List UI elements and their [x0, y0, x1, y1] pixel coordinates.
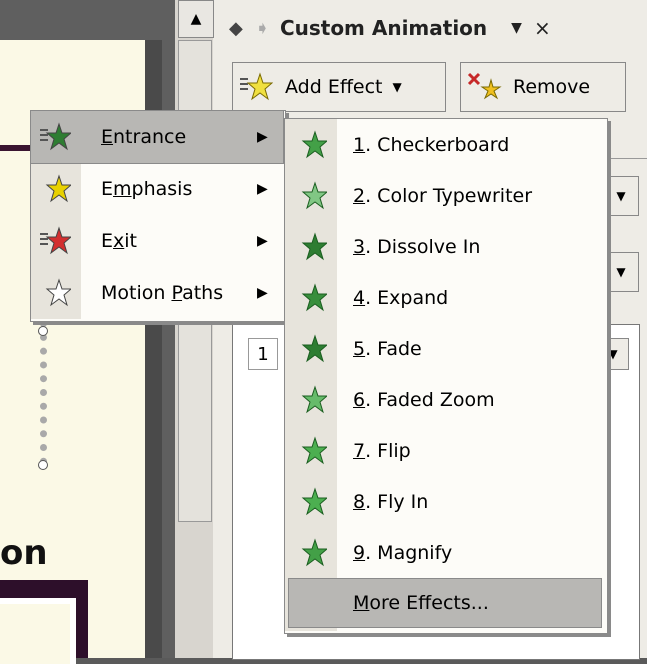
effect-item-checkerboard[interactable]: 1. Checkerboard [285, 119, 605, 171]
add-effect-button[interactable]: Add Effect ▼ [232, 62, 446, 112]
triangle-up-icon: ▲ [190, 11, 202, 27]
more-effects-item[interactable]: More Effects... [288, 578, 602, 628]
entrance-effect-star-icon [293, 125, 329, 165]
submenu-arrow-icon: ▶ [257, 129, 268, 145]
effect-label: 2. Color Typewriter [353, 185, 533, 207]
remove-button[interactable]: Remove [460, 62, 626, 112]
entrance-effect-star-icon [293, 176, 329, 216]
close-icon[interactable]: × [534, 16, 551, 40]
more-effects-accel: M [353, 592, 370, 614]
exit-star-icon [37, 221, 73, 261]
dropdown-arrow-icon: ▼ [616, 189, 626, 203]
back-arrow-icon[interactable]: ◆ [229, 18, 243, 39]
dropdown-arrow-icon: ▼ [616, 265, 626, 279]
effect-label: 1. Checkerboard [353, 134, 510, 156]
pane-title: Custom Animation [279, 16, 488, 40]
effect-label: 8. Fly In [353, 491, 429, 513]
menu-item-label: Motion Paths [101, 282, 224, 304]
menu-item-emphasis[interactable]: Emphasis ▶ [31, 163, 283, 215]
add-effect-label: Add Effect [285, 76, 383, 98]
effect-item-expand[interactable]: 4. Expand [285, 272, 605, 324]
add-effect-star-icon [240, 72, 273, 101]
menu-item-label: Exit [101, 230, 137, 252]
pane-menu-arrow-icon[interactable]: ▼ [511, 20, 522, 36]
submenu-arrow-icon: ▶ [257, 233, 268, 249]
effect-label: 4. Expand [353, 287, 449, 309]
effect-label: 6. Faded Zoom [353, 389, 495, 411]
entrance-effect-star-icon [293, 482, 329, 522]
slide-inner-shape [0, 598, 76, 664]
start-dropdown-button[interactable]: ▼ [603, 176, 639, 216]
remove-label: Remove [513, 76, 591, 98]
dropdown-arrow-icon: ▼ [608, 347, 618, 361]
animation-order-number: 1 [248, 338, 278, 370]
effect-item-fade[interactable]: 5. Fade [285, 323, 605, 375]
forward-arrow-icon[interactable]: ➧ [255, 18, 270, 39]
entrance-effect-star-icon [293, 431, 329, 471]
submenu-arrow-icon: ▶ [257, 285, 268, 301]
menu-item-label: Entrance [101, 126, 187, 148]
effect-label: 9. Magnify [353, 542, 453, 564]
effect-label: 3. Dissolve In [353, 236, 481, 258]
effect-item-flip[interactable]: 7. Flip [285, 425, 605, 477]
motion-path-star-icon [37, 273, 73, 313]
menu-item-label: Emphasis [101, 178, 193, 200]
submenu-arrow-icon: ▶ [257, 181, 268, 197]
remove-star-icon [467, 72, 502, 100]
more-effects-label: More Effects... [353, 592, 489, 614]
effect-item-color-typewriter[interactable]: 2. Color Typewriter [285, 170, 605, 222]
effect-label: 7. Flip [353, 440, 411, 462]
effect-item-faded-zoom[interactable]: 6. Faded Zoom [285, 374, 605, 426]
entrance-effect-star-icon [293, 227, 329, 267]
entrance-star-icon [37, 117, 73, 157]
slide-text[interactable]: on [0, 533, 48, 573]
property-dropdown-button[interactable]: ▼ [603, 252, 639, 292]
effect-item-magnify[interactable]: 9. Magnify [285, 527, 605, 579]
menu-item-motionpaths[interactable]: Motion Paths ▶ [31, 267, 283, 319]
emphasis-star-icon [37, 169, 73, 209]
scroll-up-button[interactable]: ▲ [178, 0, 214, 38]
effect-label: 5. Fade [353, 338, 422, 360]
entrance-effect-star-icon [293, 278, 329, 318]
menu-item-exit[interactable]: Exit ▶ [31, 215, 283, 267]
effect-item-dissolve-in[interactable]: 3. Dissolve In [285, 221, 605, 273]
menu-item-entrance[interactable]: Entrance ▶ [30, 110, 284, 164]
more-effects-text: ore Effects... [369, 592, 489, 614]
resize-handle[interactable] [38, 460, 48, 470]
resize-handle[interactable] [38, 326, 48, 336]
entrance-effect-star-icon [293, 329, 329, 369]
entrance-effect-star-icon [293, 380, 329, 420]
entrance-effect-star-icon [293, 533, 329, 573]
pane-title-bar: ◆ ➧ Custom Animation ▼ × [215, 10, 647, 46]
dropdown-arrow-icon: ▼ [392, 80, 402, 94]
effect-item-fly-in[interactable]: 8. Fly In [285, 476, 605, 528]
